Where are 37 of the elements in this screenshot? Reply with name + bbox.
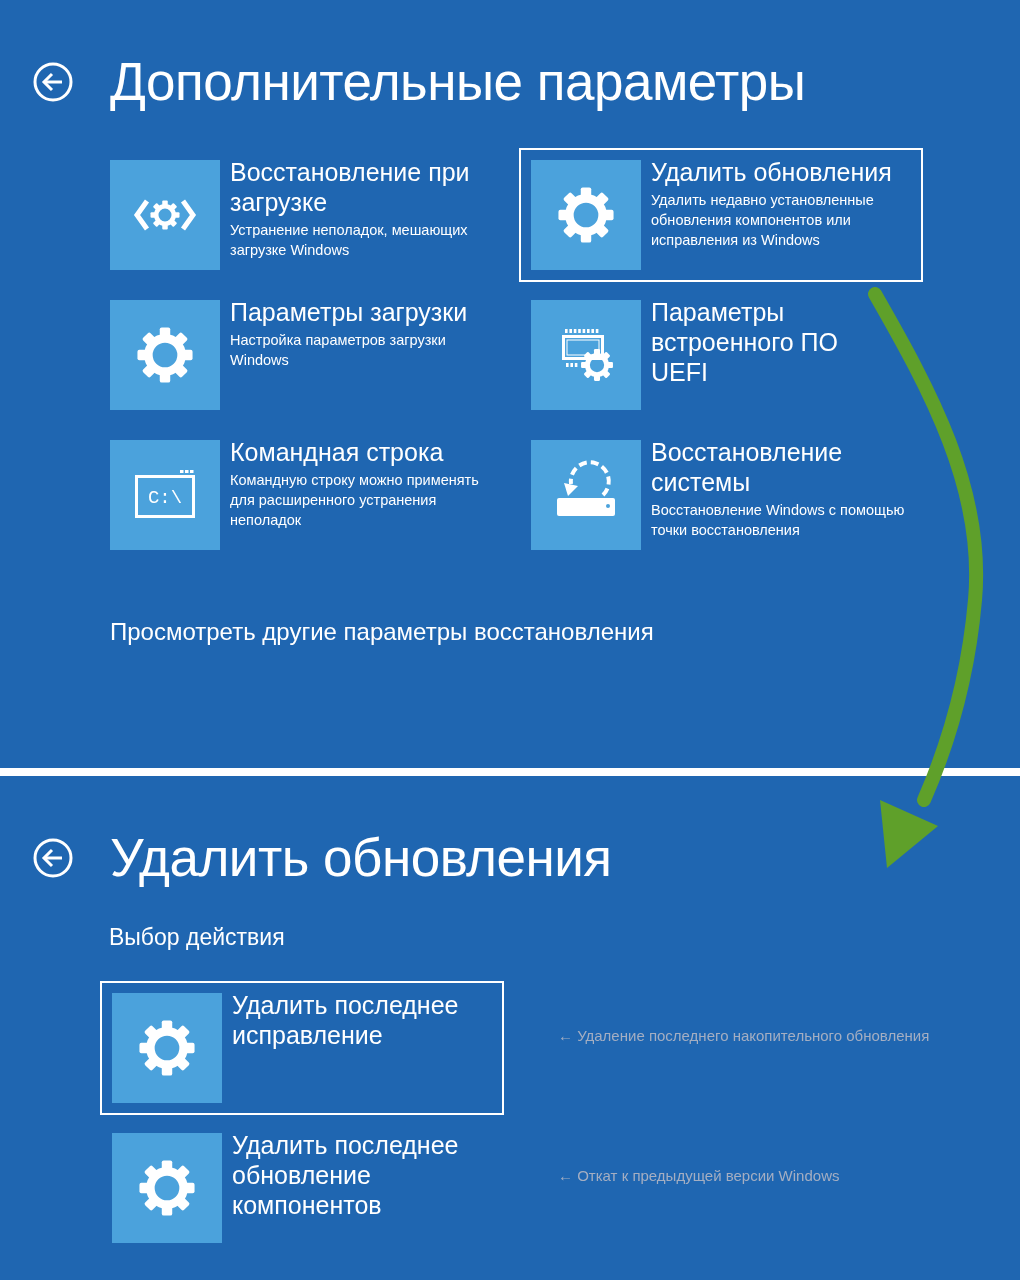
- option-title: Параметры загрузки: [230, 297, 469, 327]
- option-title: Удалить обновления: [651, 157, 893, 187]
- back-icon[interactable]: [33, 838, 73, 878]
- screen-title: Удалить обновления: [110, 828, 612, 888]
- option-title: Восстановление системы: [651, 437, 844, 497]
- annotation-note: ← Удаление последнего накопительного обновления: [558, 1026, 930, 1046]
- recovery-option[interactable]: Удалить последнее обновление компонентов: [100, 1121, 504, 1255]
- back-icon[interactable]: [33, 62, 73, 102]
- gear-icon: [112, 993, 222, 1103]
- recovery-option[interactable]: Восстановление системы Восстановление Windows с помощью точки восстановления: [519, 428, 923, 562]
- annotation-note: ← Откат к предыдущей версии Windows: [558, 1166, 840, 1186]
- option-description: Настройка параметров загрузки Windows: [230, 331, 447, 370]
- drive-restore-icon: [531, 440, 641, 550]
- gear-icon: [531, 160, 641, 270]
- more-options-link[interactable]: Просмотреть другие параметры восстановления: [110, 617, 654, 647]
- recovery-option[interactable]: Параметры загрузки Настройка параметров загрузки Windows: [98, 288, 502, 422]
- option-title: Удалить последнее обновление компонентов: [232, 1130, 460, 1220]
- option-description: Восстановление Windows с помощью точки восстановления: [651, 501, 906, 540]
- screen-subtitle: Выбор действия: [109, 923, 285, 952]
- gear-icon: [112, 1133, 222, 1243]
- prompt-text: C:\: [147, 487, 183, 509]
- chip-gear-icon: [531, 300, 641, 410]
- option-description: Командную строку можно применять для расширенного устранения неполадок: [230, 471, 480, 530]
- recovery-option[interactable]: Восстановление при загрузке Устранение неполадок, мешающих загрузке Windows: [98, 148, 502, 282]
- option-title: Восстановление при загрузке: [230, 157, 471, 217]
- recovery-option[interactable]: Параметры встроенного ПО UEFI: [519, 288, 923, 422]
- recovery-option[interactable]: Удалить последнее исправление: [100, 981, 504, 1115]
- option-title: Удалить последнее исправление: [232, 990, 460, 1050]
- gear-icon: [110, 300, 220, 410]
- recovery-option[interactable]: C:\ Командная строка Командную строку можно применять для расширенного устранения неполадок: [98, 428, 502, 562]
- option-title: Параметры встроенного ПО UEFI: [651, 297, 839, 387]
- option-title: Командная строка: [230, 437, 445, 467]
- screen-title: Дополнительные параметры: [110, 52, 806, 112]
- option-description: Устранение неполадок, мешающих загрузке Windows: [230, 221, 469, 260]
- recovery-option[interactable]: Удалить обновления Удалить недавно установленные обновления компонентов или исправления из Windows: [519, 148, 923, 282]
- gear-brackets-icon: [110, 160, 220, 270]
- option-description: Удалить недавно установленные обновления компонентов или исправления из Windows: [651, 191, 875, 250]
